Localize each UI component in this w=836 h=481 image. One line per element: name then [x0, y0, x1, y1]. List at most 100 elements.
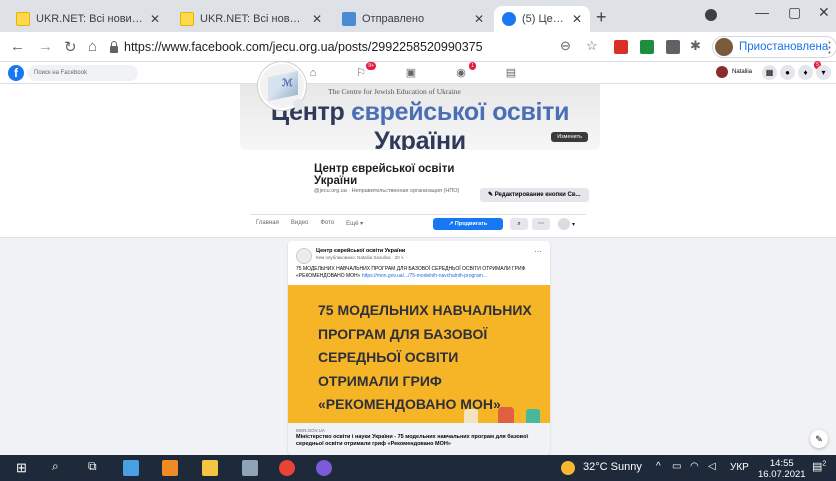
camera-icon[interactable] [293, 99, 304, 110]
notification-center-icon[interactable]: ▤2 [812, 460, 826, 473]
browser-tab-strip: UKR.NET: Всі новини Украї ✕ UKR.NET: Всі… [0, 0, 836, 32]
browser-tab-ukrnet-2[interactable]: UKR.NET: Всі новини Украї ✕ [172, 6, 330, 32]
post-text-link[interactable]: https://mon.gov.ua/.../75-modelnih-navch… [362, 273, 487, 279]
file-explorer-icon[interactable] [202, 460, 218, 476]
edit-cover-button[interactable]: Изменить [551, 132, 588, 142]
avatar [716, 66, 728, 78]
browser-tab-mail[interactable]: Отправлено ✕ [334, 6, 492, 32]
page-search-button[interactable]: ⌕ [510, 218, 528, 230]
tray-chevron-icon[interactable]: ^ [656, 461, 661, 472]
minimize-icon[interactable]: — [755, 4, 769, 20]
new-message-icon[interactable]: ✎ [810, 430, 828, 448]
clock-time: 14:55 [769, 458, 794, 469]
task-view-icon[interactable]: ⧉ [88, 459, 97, 474]
tab-home[interactable]: Главная [256, 220, 279, 227]
groups-icon[interactable]: ◉ 1 [454, 62, 476, 80]
browser-menu-icon[interactable]: ⋮ [822, 38, 836, 56]
new-tab-button[interactable]: + [596, 7, 607, 28]
edit-buttons-button[interactable]: ✎ Редактирование кнопки Св... [480, 188, 589, 202]
headline-line: СЕРЕДНЬОЇ ОСВІТИ [318, 349, 459, 365]
post-image[interactable]: 75 МОДЕЛЬНИХ НАВЧАЛЬНИХ ПРОГРАМ ДЛЯ БАЗО… [288, 285, 550, 423]
mail-icon [342, 12, 356, 26]
zoom-icon[interactable]: ⊖ [560, 38, 571, 54]
tab-video[interactable]: Видео [291, 220, 309, 227]
extensions-puzzle-icon[interactable]: ✱ [690, 38, 701, 54]
post-options-icon[interactable]: ⋯ [534, 247, 542, 256]
reload-icon[interactable]: ↻ [64, 38, 77, 56]
chrome-icon[interactable] [279, 460, 295, 476]
vlc-icon[interactable] [162, 460, 178, 476]
cover-subtitle: The Centre for Jewish Education of Ukrai… [328, 87, 461, 96]
facebook-icon [502, 12, 516, 26]
facebook-logo-icon[interactable]: f [8, 65, 24, 81]
tab-more[interactable]: Ещё ▾ [346, 220, 363, 227]
post-author[interactable]: Центр єврейської освіти України [316, 248, 405, 254]
forward-icon[interactable]: → [38, 38, 53, 55]
record-icon[interactable] [705, 9, 717, 21]
close-icon[interactable]: ✕ [474, 12, 484, 26]
home-icon[interactable]: ⌂ [88, 38, 97, 55]
pdf-extension-icon[interactable] [614, 40, 628, 54]
marketplace-icon[interactable]: ▣ [404, 66, 418, 80]
cover-word: України [374, 127, 466, 150]
tab-title: (5) Центр єврейської осві [522, 13, 566, 25]
decor-shape [526, 409, 540, 423]
mail-app-icon[interactable] [123, 460, 139, 476]
decor-shape [498, 407, 514, 423]
promote-button[interactable]: ↗ Продвигать [433, 218, 503, 230]
url-text: https://www.facebook.com/jecu.org.ua/pos… [124, 40, 483, 54]
post-text: 75 МОДЕЛЬНИХ НАВЧАЛЬНИХ ПРОГРАМ ДЛЯ БАЗО… [296, 266, 542, 279]
app-icon[interactable] [242, 460, 258, 476]
watch-badge: 9+ [366, 62, 376, 70]
notifications-icon[interactable]: ♦ 5 [798, 61, 821, 80]
windows-start-icon[interactable]: ⊞ [16, 460, 27, 476]
page-more-button[interactable]: ⋯ [532, 218, 550, 230]
close-icon[interactable]: ✕ [572, 12, 582, 26]
messenger-icon[interactable]: ● [780, 65, 795, 80]
sheets-extension-icon[interactable] [640, 40, 654, 54]
watch-icon[interactable]: ⚐ 9+ [354, 62, 376, 80]
search-icon[interactable]: ⌕ [52, 459, 59, 474]
weather-text[interactable]: 32°C Sunny [583, 461, 642, 473]
tab-photo[interactable]: Фото [320, 220, 334, 227]
browser-tab-ukrnet-1[interactable]: UKR.NET: Всі новини Украї ✕ [8, 6, 168, 32]
maximize-icon[interactable]: ▢ [788, 4, 801, 21]
wifi-icon[interactable]: ◠ [690, 461, 699, 472]
menu-grid-icon[interactable]: ▦ [762, 65, 777, 80]
bookmark-star-icon[interactable]: ☆ [586, 38, 598, 54]
profile-button[interactable]: Приостановлена [712, 36, 836, 58]
viber-icon[interactable] [316, 460, 332, 476]
fb-user-name: Nataliia [732, 69, 753, 75]
page-meta: @jecu.org.ua · Неправительственная орган… [314, 188, 460, 194]
fb-user-chip[interactable]: Nataliia [716, 66, 752, 78]
notification-count: 2 [822, 460, 827, 468]
extension-icon[interactable] [666, 40, 680, 54]
gaming-icon[interactable]: ▤ [504, 66, 518, 80]
back-icon[interactable]: ← [10, 38, 25, 55]
clock-date: 16.07.2021 [758, 469, 806, 480]
cover-word: єврейської освіти [351, 98, 570, 126]
headline-line: ПРОГРАМ ДЛЯ БАЗОВОЇ [318, 325, 488, 342]
volume-icon[interactable]: ◁ [708, 461, 716, 472]
ukrnet-icon [16, 12, 30, 26]
browser-toolbar: ← → ↻ ⌂ https://www.facebook.com/jecu.or… [0, 32, 836, 62]
page-switch-button[interactable]: ▾ [558, 218, 586, 230]
close-icon[interactable]: ✕ [150, 12, 160, 26]
account-menu-icon[interactable]: ▾ [816, 65, 831, 80]
language-indicator[interactable]: УКР [730, 462, 749, 473]
edit-buttons-label: Редактирование кнопки Св... [494, 192, 581, 198]
headline-line: ОТРИМАЛИ ГРИФ [318, 372, 442, 389]
address-bar[interactable]: https://www.facebook.com/jecu.org.ua/pos… [110, 36, 630, 58]
network-icon[interactable]: ▭ [672, 461, 681, 472]
windows-taskbar: ⊞ ⌕ ⧉ 32°C Sunny ^ ▭ ◠ ◁ УКР 14:55 16.07… [0, 455, 836, 481]
browser-tab-facebook[interactable]: (5) Центр єврейської осві ✕ [494, 6, 590, 32]
facebook-search-input[interactable]: Поиск на Facebook [28, 65, 138, 81]
window-close-icon[interactable]: ✕ [818, 4, 830, 21]
post-avatar[interactable] [296, 248, 312, 264]
link-preview[interactable]: MON.GOV.UA Міністерство освіти і науки У… [288, 423, 550, 455]
close-icon[interactable]: ✕ [312, 12, 322, 26]
lock-icon [110, 40, 118, 53]
home-icon[interactable]: ⌂ [306, 66, 320, 80]
system-clock[interactable]: 14:55 16.07.2021 [758, 458, 806, 480]
profile-status: Приостановлена [739, 41, 829, 53]
